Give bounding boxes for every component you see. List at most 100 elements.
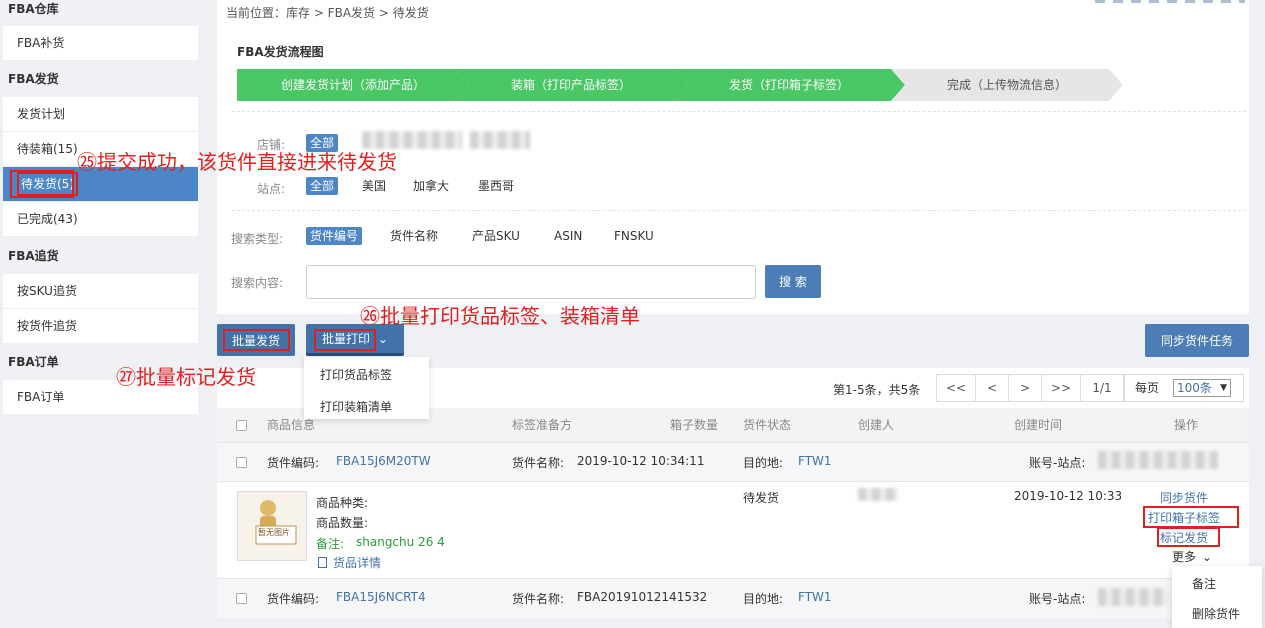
sidebar-group-fba-warehouse: FBA仓库 [0, 0, 198, 27]
sidebar-item-track-by-sku[interactable]: 按SKU追货 [3, 274, 198, 309]
sidebar-group-fba-shipping: FBA发货 [0, 61, 198, 97]
more-actions-label: 更多 [1172, 550, 1197, 564]
menu-item-note[interactable]: 备注 [1192, 575, 1216, 592]
mark-shipped-link[interactable]: 标记发货 [1160, 529, 1208, 546]
shipment-status: 待发货 [743, 491, 780, 505]
per-page-label: 每页 [1135, 381, 1160, 395]
annotation-27: ㉗批量标记发货 [116, 365, 256, 389]
search-type-sku[interactable]: 产品SKU [472, 227, 520, 245]
select-arrow-icon: ▼ [1220, 383, 1227, 393]
col-actions: 操作 [1174, 418, 1199, 432]
pager-first-button[interactable]: << [936, 374, 976, 402]
shipment-id-link[interactable]: FBA15J6NCRT4 [336, 590, 426, 604]
search-type-shipment-name[interactable]: 货件名称 [390, 227, 438, 245]
per-page-value: 100条 [1177, 381, 1212, 395]
pager-prev-button[interactable]: < [975, 374, 1009, 402]
store-name-blurred-2[interactable] [470, 131, 530, 149]
product-detail-label: 货品详情 [333, 556, 382, 570]
creator-blurred [858, 488, 898, 501]
no-image-text: 暂无图片 [258, 528, 290, 537]
pager-next-button[interactable]: > [1008, 374, 1042, 402]
chevron-down-icon: ⌄ [1201, 550, 1212, 564]
col-box-count: 箱子数量 [670, 418, 719, 432]
pager-current-page: 1/1 [1080, 374, 1124, 402]
site-canada-chip[interactable]: 加拿大 [413, 177, 449, 195]
flow-step-create-plan: 创建发货计划（添加产品） [237, 69, 469, 101]
row-checkbox[interactable] [236, 457, 247, 468]
batch-print-menu: 打印货品标签 打印装箱清单 [304, 357, 429, 419]
account-site-label: 账号-站点: [1029, 592, 1086, 606]
divider [232, 210, 1246, 211]
breadcrumb: 当前位置：库存 > FBA发货 > 待发货 [226, 6, 429, 20]
account-site-blurred [1098, 588, 1168, 606]
pager-last-button[interactable]: >> [1041, 374, 1081, 402]
search-content-label: 搜索内容: [231, 276, 284, 290]
placeholder-figure-icon [255, 500, 297, 545]
pagination-info: 第1-5条，共5条 [833, 383, 921, 397]
document-icon [318, 557, 327, 568]
sidebar-item-shipping-plan[interactable]: 发货计划 [3, 97, 198, 132]
product-thumbnail: 暂无图片 [237, 491, 307, 561]
flow-title: FBA发货流程图 [237, 45, 324, 59]
search-type-fnsku[interactable]: FNSKU [614, 227, 654, 245]
shipment-id-label: 货件编码: [267, 456, 320, 470]
col-label-prep: 标签准备方 [512, 418, 573, 432]
sync-shipment-task-button[interactable]: 同步货件任务 [1145, 324, 1249, 357]
shipment-id-link[interactable]: FBA15J6M20TW [336, 454, 431, 468]
sidebar-item-completed[interactable]: 已完成(43) [3, 202, 198, 237]
search-button[interactable]: 搜 索 [765, 265, 821, 298]
more-actions-button[interactable]: 更多 ⌄ [1172, 548, 1212, 565]
menu-item-delete-shipment[interactable]: 删除货件 [1192, 605, 1240, 622]
shipment-id-label: 货件编码: [267, 592, 320, 606]
created-time: 2019-10-12 10:33 [1014, 489, 1123, 503]
flow-steps: 创建发货计划（添加产品） 装箱（打印产品标签） 发货（打印箱子标签） 完成（上传… [237, 69, 1137, 101]
search-type-label: 搜索类型: [231, 232, 284, 246]
sidebar-item-fba-replenish[interactable]: FBA补货 [3, 26, 198, 61]
search-input[interactable] [306, 265, 756, 299]
note-value: shangchu 26 4 [356, 535, 445, 549]
account-site-label: 账号-站点: [1029, 456, 1086, 470]
flow-step-shipping: 发货（打印箱子标签） [673, 69, 905, 101]
col-shipment-status: 货件状态 [743, 418, 792, 432]
sidebar-item-pending-shipment-label: 待发货(5) [17, 172, 78, 196]
annotation-26: ㉖批量打印货品标签、装箱清单 [360, 304, 640, 328]
destination-value[interactable]: FTW1 [798, 590, 832, 604]
menu-item-print-product-labels[interactable]: 打印货品标签 [320, 366, 392, 383]
more-actions-menu: 备注 删除货件 [1172, 566, 1262, 628]
sidebar-item-track-by-shipment[interactable]: 按货件追货 [3, 309, 198, 344]
site-mexico-chip[interactable]: 墨西哥 [478, 177, 514, 195]
shipment-name-value: FBA20191012141532 [577, 590, 708, 604]
destination-label: 目的地: [743, 456, 784, 470]
chevron-down-icon: ⌄ [377, 332, 388, 346]
product-detail-link[interactable]: 货品详情 [318, 554, 381, 571]
per-page-control: 每页 100条 ▼ [1124, 374, 1244, 402]
sidebar: FBA仓库 FBA补货 FBA发货 发货计划 待装箱(15) 待发货(5) 已完… [0, 0, 198, 628]
search-type-shipment-id[interactable]: 货件编号 [306, 227, 363, 245]
destination-value[interactable]: FTW1 [798, 454, 832, 468]
site-all-chip[interactable]: 全部 [306, 177, 339, 195]
col-created-time: 创建时间 [1014, 418, 1063, 432]
menu-item-print-packing-list[interactable]: 打印装箱清单 [320, 398, 392, 415]
note-label: 备注: [316, 537, 345, 551]
print-box-label-link[interactable]: 打印箱子标签 [1148, 509, 1220, 526]
flow-step-packing: 装箱（打印产品标签） [455, 69, 687, 101]
shipment-name-value: 2019-10-12 10:34:11 [577, 454, 705, 468]
shipment-name-label: 货件名称: [512, 456, 565, 470]
select-all-checkbox[interactable] [236, 420, 247, 431]
site-label: 站点: [257, 182, 286, 196]
sync-shipment-link[interactable]: 同步货件 [1160, 489, 1208, 506]
col-creator: 创建人 [858, 418, 895, 432]
destination-label: 目的地: [743, 592, 784, 606]
shipment-name-label: 货件名称: [512, 592, 565, 606]
search-type-asin[interactable]: ASIN [554, 227, 582, 245]
sidebar-group-fba-tracking: FBA追货 [0, 238, 198, 274]
per-page-select[interactable]: 100条 ▼ [1173, 379, 1231, 397]
batch-print-label: 批量打印 [322, 332, 371, 346]
product-type-label: 商品种类: [316, 496, 369, 510]
product-qty-label: 商品数量: [316, 516, 369, 530]
annotation-25: ㉕提交成功，该货件直接进来待发货 [77, 150, 397, 174]
site-us-chip[interactable]: 美国 [362, 177, 386, 195]
batch-ship-button[interactable]: 批量发货 [217, 324, 295, 356]
flow-step-complete: 完成（上传物流信息） [891, 69, 1123, 101]
row-checkbox[interactable] [236, 593, 247, 604]
